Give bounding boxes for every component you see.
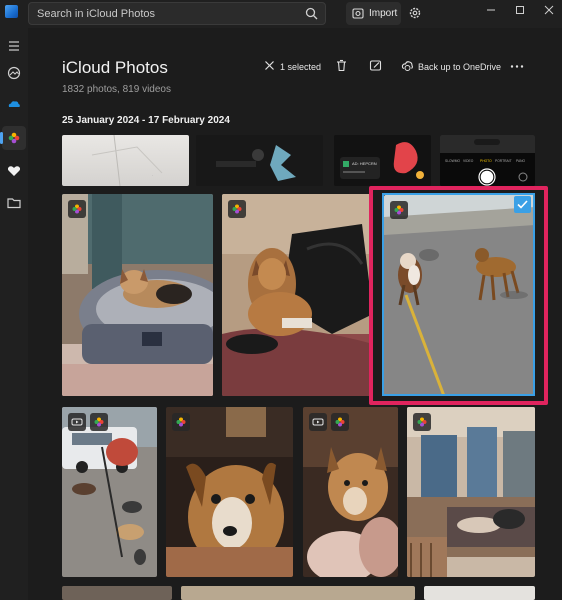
dog-on-bag-image: [222, 194, 373, 396]
trash-icon[interactable]: [335, 59, 348, 72]
video-badge: [309, 413, 327, 431]
ad-label: AD: HEPCRN: [352, 161, 377, 166]
paper-photo[interactable]: ·: [62, 135, 189, 186]
shirt-photo[interactable]: [196, 135, 323, 186]
camera-ui: SLOWMO VIDEO PHOTO PORTRAIT PANO: [440, 135, 535, 186]
camera-mode-slowmo: SLOWMO: [445, 159, 460, 163]
cloud-icon[interactable]: [5, 95, 23, 113]
icloud-photos-icon: [94, 417, 104, 427]
phone-screen: AD: HEPCRN: [334, 135, 431, 186]
date-range-header: 25 January 2024 - 17 February 2024: [62, 115, 230, 126]
search-placeholder: Search in iCloud Photos: [37, 8, 156, 20]
icloud-photos-icon: [72, 204, 82, 214]
close-icon[interactable]: [542, 3, 556, 17]
dog-room-image: [407, 407, 535, 577]
hamburger-icon[interactable]: [5, 37, 23, 55]
icloud-photos-icon: [232, 204, 242, 214]
camera-mode-pano: PANO: [516, 159, 526, 163]
icloud-badge: [228, 200, 246, 218]
icloud-photos-icon: [417, 417, 427, 427]
sidebar: [0, 28, 28, 600]
video-badge: [68, 413, 86, 431]
puppy-closeup-video[interactable]: [303, 407, 398, 577]
import-button[interactable]: Import: [346, 2, 401, 25]
phone-screenshot[interactable]: AD: HEPCRN: [334, 135, 431, 186]
icloud-badge: [90, 413, 108, 431]
icloud-badge: [413, 413, 431, 431]
partial-photo-2[interactable]: [181, 586, 415, 600]
video-icon: [312, 418, 324, 426]
search-icon[interactable]: [305, 7, 318, 20]
camera-mode-photo: PHOTO: [480, 159, 492, 163]
search-input[interactable]: Search in iCloud Photos: [28, 2, 326, 25]
gear-icon[interactable]: [408, 6, 422, 20]
icloud-photos-icon: [8, 132, 20, 144]
dog-room-photo[interactable]: [407, 407, 535, 577]
camera-mode-portrait: PORTRAIT: [495, 159, 512, 163]
svg-text:·: ·: [152, 173, 153, 178]
camera-mode-video: VIDEO: [463, 159, 474, 163]
backup-button[interactable]: Back up to OneDrive: [418, 62, 501, 72]
minimize-icon[interactable]: [484, 3, 498, 17]
cloud-upload-icon[interactable]: [401, 59, 414, 72]
icloud-badge: [172, 413, 190, 431]
close-icon[interactable]: [264, 60, 275, 71]
video-icon: [71, 418, 83, 426]
camera-screenshot[interactable]: SLOWMO VIDEO PHOTO PORTRAIT PANO: [440, 135, 535, 186]
dog-closeup-photo[interactable]: [166, 407, 293, 577]
page-title: iCloud Photos: [62, 58, 168, 77]
heart-icon[interactable]: [5, 162, 23, 180]
partial-photo-3[interactable]: [424, 586, 535, 600]
paper-folds: ·: [91, 135, 163, 186]
icloud-photos-icon: [176, 417, 186, 427]
dog-in-bed-image: [62, 194, 213, 396]
puppy-closeup-image: [303, 407, 398, 577]
import-label: Import: [369, 8, 398, 19]
icloud-photos-icon: [335, 417, 345, 427]
page-subtitle: 1832 photos, 819 videos: [62, 84, 171, 95]
partial-photo-1[interactable]: [62, 586, 172, 600]
dog-in-bed-photo[interactable]: [62, 194, 213, 396]
icloud-badge: [68, 200, 86, 218]
app-logo-icon: [5, 5, 18, 18]
icloud-badge: [331, 413, 349, 431]
selected-count: 1 selected: [280, 62, 322, 72]
more-icon[interactable]: [510, 64, 524, 69]
title-bar: Search in iCloud Photos Import: [0, 0, 562, 28]
import-icon: [352, 8, 364, 19]
dog-on-bag-photo[interactable]: [222, 194, 373, 396]
maximize-icon[interactable]: [513, 3, 527, 17]
edit-icon[interactable]: [369, 59, 382, 72]
selection-indicator: [0, 132, 3, 144]
photos-icon[interactable]: [5, 64, 23, 82]
street-dogs-video[interactable]: [62, 407, 157, 577]
dog-closeup-image: [166, 407, 293, 577]
street-dogs-image: [62, 407, 157, 577]
shirt-pattern: [196, 135, 323, 186]
folder-icon[interactable]: [5, 194, 23, 212]
annotation-highlight: [369, 186, 548, 405]
